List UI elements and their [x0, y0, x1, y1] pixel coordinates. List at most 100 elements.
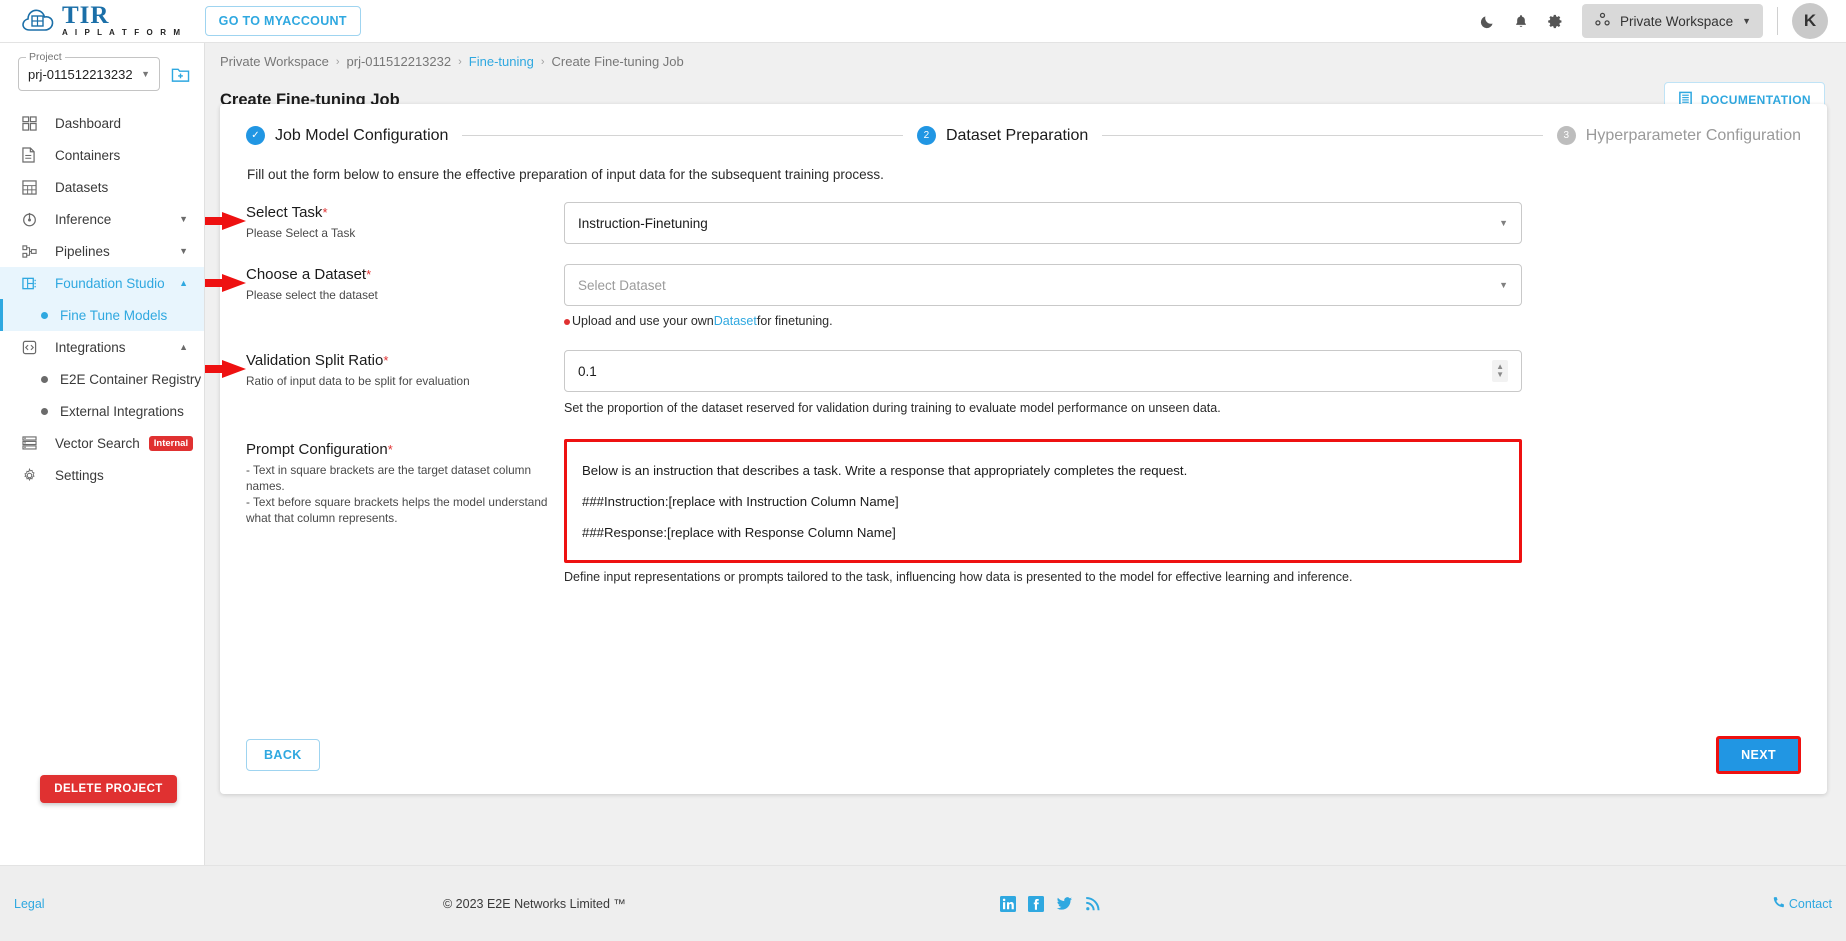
step-connector	[462, 135, 903, 136]
sidebar-item-inference[interactable]: Inference ▼	[0, 203, 204, 235]
bell-icon[interactable]	[1504, 4, 1538, 38]
dashboard-icon	[22, 115, 44, 131]
new-project-folder-icon[interactable]	[171, 66, 190, 83]
avatar[interactable]: K	[1792, 3, 1828, 39]
sidebar-nav: Dashboard Containers Datasets Inference …	[0, 107, 204, 491]
contact-link[interactable]: Contact	[1772, 896, 1832, 912]
chevron-down-icon: ▼	[1499, 218, 1508, 228]
required-marker: *	[322, 205, 328, 220]
stepper-down-icon[interactable]: ▼	[1496, 371, 1504, 379]
breadcrumb-item-current: Create Fine-tuning Job	[551, 54, 684, 69]
logo-title: TIR	[62, 1, 110, 29]
choose-dataset-dropdown[interactable]: Select Dataset ▼	[564, 264, 1522, 306]
chevron-down-icon: ▼	[1499, 280, 1508, 290]
step-marker-check-icon: ✓	[246, 126, 265, 145]
sidebar-item-label: Datasets	[55, 179, 109, 195]
sidebar-item-datasets[interactable]: Datasets	[0, 171, 204, 203]
choose-dataset-placeholder: Select Dataset	[578, 277, 666, 293]
step-label: Hyperparameter Configuration	[1585, 126, 1801, 144]
sidebar: Project prj-011512213232 ▼ Dashboard Con…	[0, 43, 205, 865]
social-links	[1000, 895, 1100, 912]
form-intro-text: Fill out the form below to ensure the ef…	[247, 167, 884, 182]
step-label: Job Model Configuration	[275, 126, 449, 144]
sidebar-item-foundation-studio[interactable]: Foundation Studio ▲	[0, 267, 204, 299]
step-connector	[1102, 135, 1543, 136]
annotation-arrow	[205, 272, 248, 294]
number-stepper-icon[interactable]: ▲ ▼	[1492, 360, 1508, 382]
sidebar-item-label: E2E Container Registry	[60, 371, 202, 387]
field-row-select-task: Select Task* Please Select a Task Instru…	[205, 202, 1801, 244]
delete-project-button[interactable]: DELETE PROJECT	[40, 775, 177, 803]
required-marker: *	[366, 267, 372, 282]
breadcrumb-item-fine-tuning[interactable]: Fine-tuning	[469, 54, 534, 69]
copyright-text: © 2023 E2E Networks Limited ™	[443, 896, 626, 911]
choose-dataset-field-wrap: Select Dataset ▼ Upload and use your own…	[205, 264, 1522, 328]
sidebar-item-fine-tune-models[interactable]: Fine Tune Models	[0, 299, 204, 331]
facebook-icon[interactable]	[1028, 895, 1044, 912]
sidebar-item-vector-search[interactable]: Vector Search Internal	[0, 427, 204, 459]
back-button[interactable]: BACK	[246, 739, 320, 771]
chevron-down-icon: ▼	[179, 214, 188, 224]
project-select[interactable]: Project prj-011512213232 ▼	[18, 51, 160, 91]
select-task-dropdown[interactable]: Instruction-Finetuning ▼	[564, 202, 1522, 244]
step-job-model-configuration[interactable]: ✓ Job Model Configuration	[246, 126, 448, 145]
form-body: Select Task* Please Select a Task Instru…	[205, 182, 1827, 584]
main-content: Private Workspace › prj-011512213232 › F…	[205, 43, 1846, 865]
list-icon	[22, 436, 44, 450]
project-value: prj-011512213232	[28, 66, 133, 82]
gear-icon[interactable]	[1538, 4, 1572, 38]
annotation-arrow	[205, 210, 248, 232]
legal-link[interactable]: Legal	[14, 897, 45, 911]
workspace-selector[interactable]: Private Workspace ▼	[1582, 4, 1763, 38]
select-task-label-group: Select Task* Please Select a Task	[246, 202, 564, 244]
required-marker: *	[383, 353, 389, 368]
next-button[interactable]: NEXT	[1719, 739, 1798, 771]
sidebar-item-label: Dashboard	[55, 115, 122, 131]
breadcrumb-separator-icon: ›	[458, 55, 462, 68]
moon-icon[interactable]	[1470, 4, 1504, 38]
breadcrumb: Private Workspace › prj-011512213232 › F…	[205, 43, 1846, 69]
stepper: ✓ Job Model Configuration 2 Dataset Prep…	[220, 104, 1827, 145]
field-row-prompt-configuration: Prompt Configuration* - Text in square b…	[246, 439, 1801, 584]
grid-icon	[22, 179, 44, 195]
toolbar-divider	[1777, 7, 1778, 35]
annotation-arrow	[205, 358, 248, 380]
status-badge: Internal	[148, 435, 194, 451]
rss-icon[interactable]	[1085, 896, 1100, 912]
breadcrumb-item[interactable]: Private Workspace	[220, 54, 329, 69]
sidebar-item-e2e-container-registry[interactable]: E2E Container Registry	[0, 363, 204, 395]
sidebar-item-integrations[interactable]: Integrations ▲	[0, 331, 204, 363]
breadcrumb-item[interactable]: prj-011512213232	[347, 54, 452, 69]
prompt-config-sublabel-2: - Text before square brackets helps the …	[246, 495, 548, 525]
validation-split-field-wrap: 0.1 ▲ ▼ Set the proportion of the datase…	[205, 350, 1522, 415]
bullet-icon	[41, 311, 48, 319]
twitter-icon[interactable]	[1056, 896, 1073, 912]
prompt-config-textarea[interactable]: Below is an instruction that describes a…	[564, 439, 1522, 563]
validation-split-input[interactable]: 0.1 ▲ ▼	[564, 350, 1522, 392]
prompt-config-hint: Define input representations or prompts …	[564, 570, 1353, 584]
sidebar-item-dashboard[interactable]: Dashboard	[0, 107, 204, 139]
select-task-field-wrap: Instruction-Finetuning ▼	[205, 202, 1522, 244]
sidebar-item-pipelines[interactable]: Pipelines ▼	[0, 235, 204, 267]
sidebar-item-label: Pipelines	[55, 243, 110, 259]
sidebar-item-label: Integrations	[55, 339, 126, 355]
dataset-link[interactable]: Dataset	[714, 314, 757, 328]
step-dataset-preparation[interactable]: 2 Dataset Preparation	[916, 126, 1088, 145]
sidebar-item-label: Containers	[55, 147, 121, 163]
select-task-label: Select Task*	[246, 204, 328, 221]
app-logo[interactable]: TIR A I P L A T F O R M	[20, 1, 183, 37]
linkedin-icon[interactable]	[1000, 895, 1016, 912]
sidebar-item-settings[interactable]: Settings	[0, 459, 204, 491]
prompt-config-field-wrap: Below is an instruction that describes a…	[564, 439, 1522, 584]
next-button-highlight: NEXT	[1716, 736, 1801, 774]
go-to-myaccount-button[interactable]: GO TO MYACCOUNT	[204, 6, 361, 36]
field-row-validation-split-ratio: Validation Split Ratio* Ratio of input d…	[205, 350, 1801, 415]
sidebar-item-containers[interactable]: Containers	[0, 139, 204, 171]
gear-icon	[22, 467, 44, 483]
sidebar-item-label: External Integrations	[60, 403, 184, 419]
hint-text-before: Upload and use your own	[572, 314, 714, 328]
sidebar-item-label: Inference	[55, 211, 112, 227]
step-hyperparameter-configuration[interactable]: 3 Hyperparameter Configuration	[1556, 126, 1801, 145]
choose-dataset-label-group: Choose a Dataset* Please select the data…	[246, 264, 564, 328]
sidebar-item-external-integrations[interactable]: External Integrations	[0, 395, 204, 427]
